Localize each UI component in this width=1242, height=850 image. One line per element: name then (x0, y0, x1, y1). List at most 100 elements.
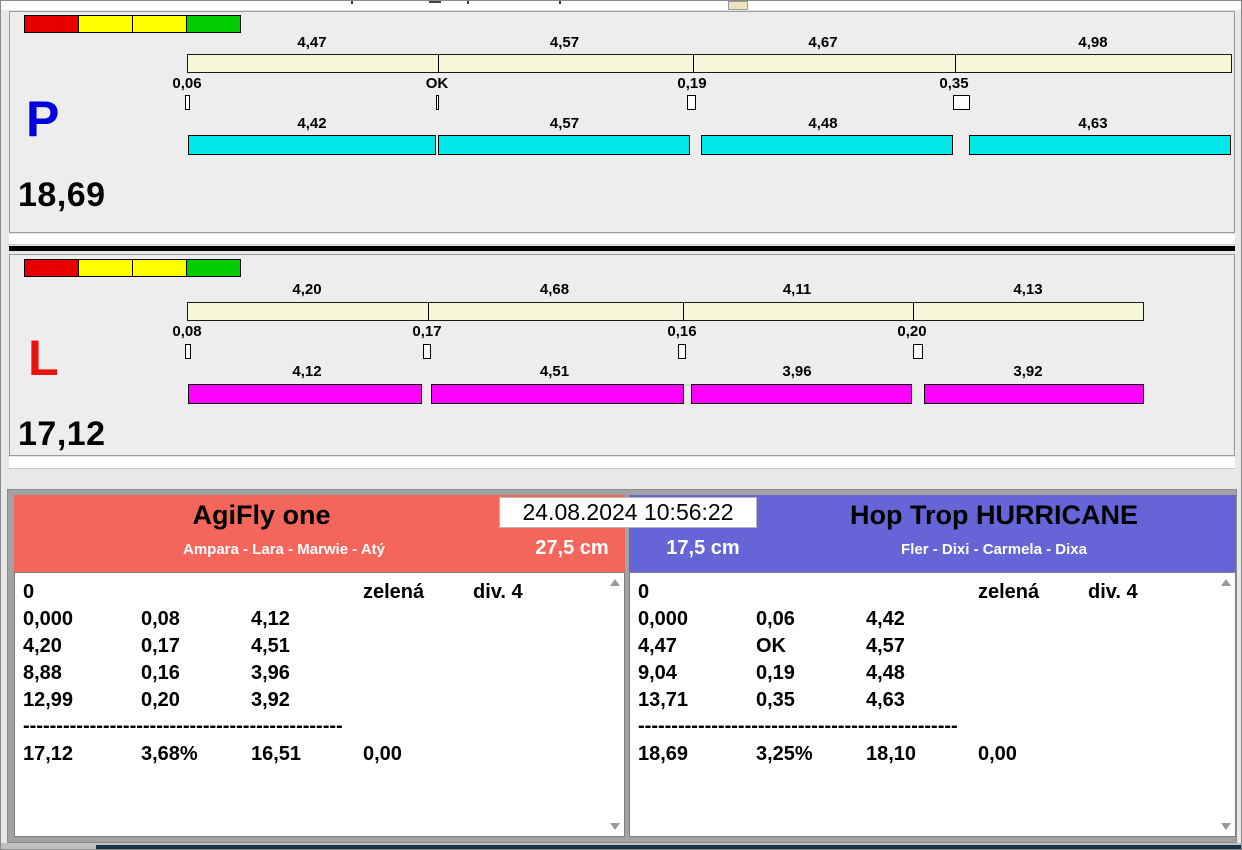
team-height: 27,5 cm (535, 537, 609, 559)
summary-percent: 3,68% (141, 743, 198, 765)
split-segment: 3,92 (251, 689, 290, 711)
marker-label: OK (425, 75, 449, 92)
division-value: div. 4 (1088, 581, 1138, 603)
split-segment: 4,57 (866, 635, 905, 657)
segment-time-label: 4,42 (297, 115, 327, 132)
total-time-p: 18,69 (18, 176, 106, 214)
summary-penalty: 0,00 (978, 743, 1017, 765)
segment-time-label: 4,13 (1013, 281, 1043, 298)
split-segment: 4,63 (866, 689, 905, 711)
split-cumulative: 8,88 (23, 662, 62, 684)
results-section: AgiFly one Ampara - Lara - Marwie - Atý … (7, 489, 1237, 843)
split-divider (428, 303, 429, 320)
summary-net: 16,51 (251, 743, 302, 765)
segment-time-label: 4,11 (782, 281, 812, 298)
top-window-fragment (728, 1, 748, 10)
split-cumulative: 12,99 (23, 689, 74, 711)
scroll-down-arrow[interactable] (1221, 823, 1231, 830)
team-members: Ampara - Lara - Marwie - Atý (183, 541, 385, 558)
faults-value: 0 (638, 581, 650, 603)
marker-checkbox[interactable] (687, 95, 696, 110)
marker-checkbox[interactable] (436, 95, 439, 110)
split-gate: 0,06 (756, 608, 795, 630)
panel-divider (9, 246, 1235, 251)
split-cumulative: 4,20 (23, 635, 62, 657)
split-divider (955, 55, 956, 72)
separator-line: ----------------------------------------… (638, 715, 958, 737)
summary-total: 17,12 (23, 743, 74, 765)
marker-checkbox[interactable] (185, 95, 190, 110)
spacer-row (9, 457, 1235, 469)
results-textarea-right[interactable]: 0 zelená div. 4 0,000 0,06 4,42 4,47 OK … (629, 572, 1236, 837)
app-window: P 4,47 4,57 4,67 4,98 0,06 OK 0,19 0,35 … (0, 0, 1242, 850)
summary-penalty: 0,00 (363, 743, 402, 765)
scroll-down-arrow[interactable] (610, 823, 620, 830)
segment-time-label: 3,92 (1013, 363, 1043, 380)
run-panel-p: P 4,47 4,57 4,67 4,98 0,06 OK 0,19 0,35 … (9, 11, 1235, 233)
traffic-light-yellow1 (78, 259, 133, 277)
split-gate: 0,17 (141, 635, 180, 657)
split-gate: 0,16 (141, 662, 180, 684)
traffic-light-red (24, 259, 79, 277)
course-letter-l: L (28, 330, 59, 386)
run-bar-segment (701, 135, 953, 155)
scroll-up-arrow[interactable] (1221, 579, 1231, 586)
segment-time-label: 3,96 (782, 363, 812, 380)
split-gate: 0,19 (756, 662, 795, 684)
split-gate: 0,20 (141, 689, 180, 711)
team-members: Fler - Dixi - Carmela - Dixa (901, 541, 1087, 558)
results-textarea-left[interactable]: 0 zelená div. 4 0,000 0,08 4,12 4,20 0,1… (14, 572, 625, 837)
marker-label: 0,19 (677, 75, 707, 92)
separator-line: ----------------------------------------… (23, 715, 343, 737)
top-edge-mark (429, 1, 441, 3)
run-bar-segment (969, 135, 1231, 155)
split-divider (683, 303, 684, 320)
split-divider (693, 55, 694, 72)
segment-time-label: 4,57 (549, 34, 580, 51)
total-time-l: 17,12 (18, 415, 106, 453)
traffic-light-green (186, 259, 241, 277)
scroll-up-arrow[interactable] (610, 579, 620, 586)
run-panel-l: L 4,20 4,68 4,11 4,13 0,08 0,17 0,16 0,2… (9, 254, 1235, 456)
run-bar-segment (188, 384, 422, 404)
marker-checkbox[interactable] (678, 344, 686, 359)
summary-total: 18,69 (638, 743, 689, 765)
run-bar-segment (691, 384, 912, 404)
taskbar-sliver (96, 845, 1241, 849)
traffic-light-yellow1 (78, 15, 133, 33)
marker-label: 0,35 (939, 75, 969, 92)
split-divider (438, 55, 439, 72)
status-value: zelená (363, 581, 425, 603)
marker-checkbox[interactable] (953, 95, 970, 110)
segment-time-label: 4,68 (539, 281, 570, 298)
course-letter-p: P (26, 91, 60, 147)
segment-time-label: 4,20 (292, 281, 322, 298)
top-edge-mark (351, 1, 353, 4)
run-bar-segment (188, 135, 436, 155)
traffic-light-red (24, 15, 79, 33)
split-segment: 4,51 (251, 635, 290, 657)
marker-label: 0,20 (897, 323, 927, 340)
split-track (187, 54, 1232, 73)
split-cumulative: 9,04 (638, 662, 677, 684)
marker-label: 0,16 (667, 323, 697, 340)
split-gate: OK (756, 635, 786, 657)
faults-value: 0 (23, 581, 35, 603)
split-cumulative: 0,000 (638, 608, 689, 630)
marker-checkbox[interactable] (423, 344, 431, 359)
split-gate: 0,08 (141, 608, 180, 630)
split-cumulative: 4,47 (638, 635, 677, 657)
split-track (187, 302, 1144, 321)
summary-net: 18,10 (866, 743, 917, 765)
run-bar-segment (924, 384, 1144, 404)
marker-checkbox[interactable] (185, 344, 191, 359)
split-cumulative: 13,71 (638, 689, 689, 711)
marker-label: 0,08 (172, 323, 202, 340)
datetime-display: 24.08.2024 10:56:22 (499, 497, 757, 528)
marker-checkbox[interactable] (913, 344, 923, 359)
split-segment: 4,12 (251, 608, 290, 630)
run-bar-segment (431, 384, 684, 404)
traffic-light-green (186, 15, 241, 33)
segment-time-label: 4,67 (808, 34, 838, 51)
split-cumulative: 0,000 (23, 608, 74, 630)
